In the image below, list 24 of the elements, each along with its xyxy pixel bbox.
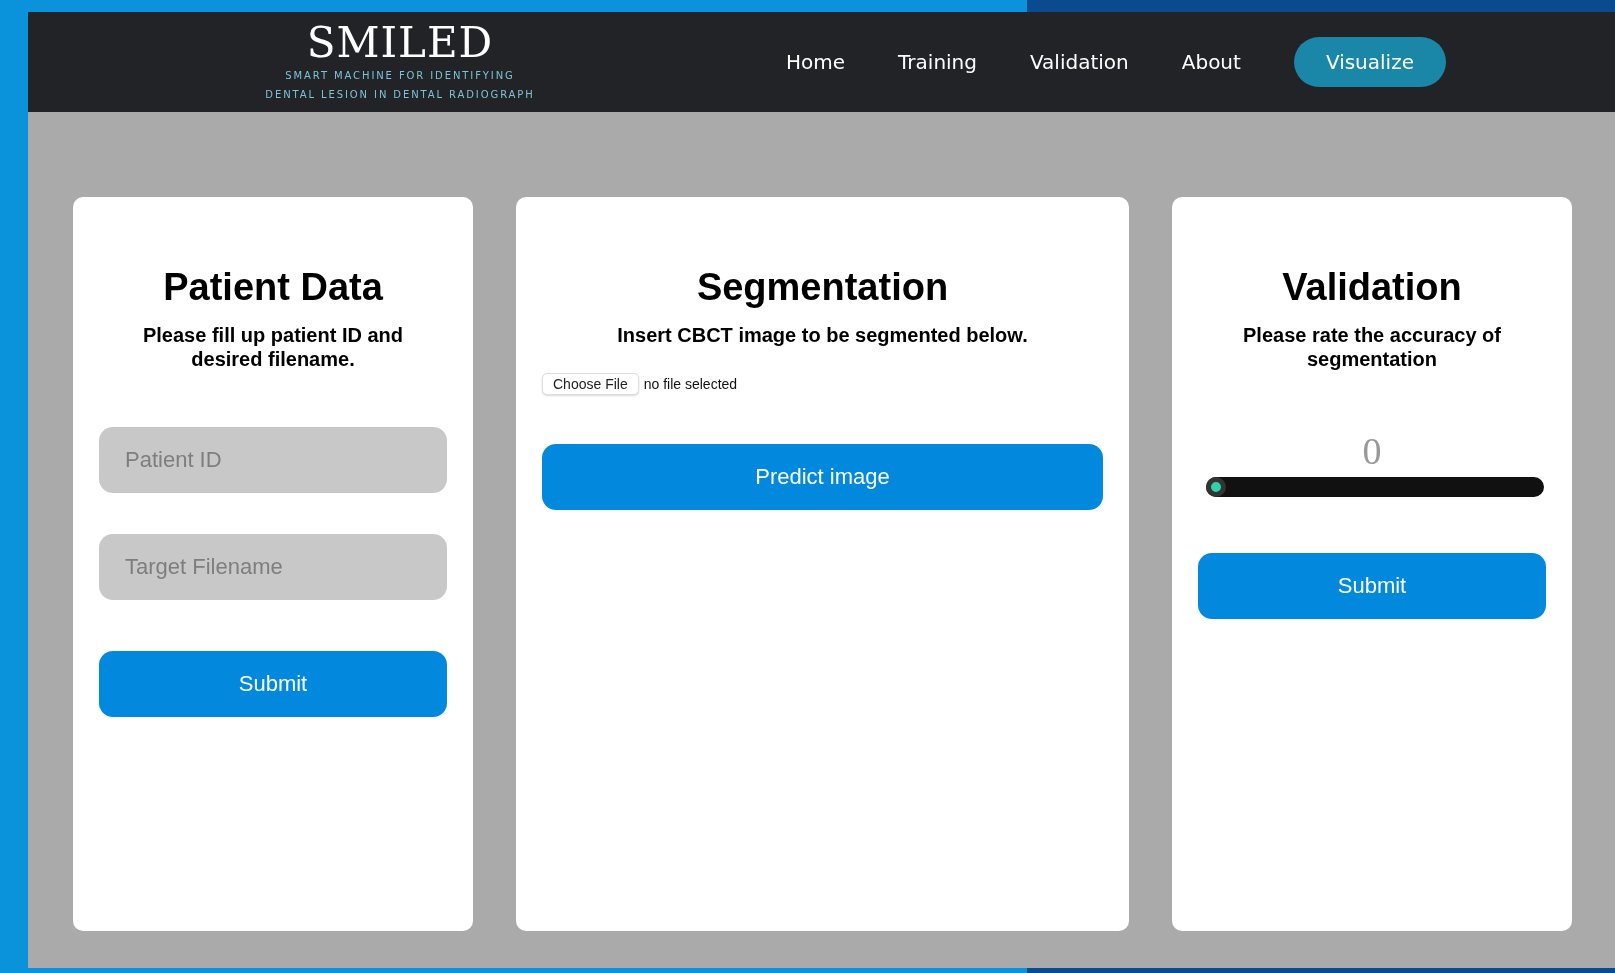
- submit-button[interactable]: Submit: [1198, 553, 1546, 619]
- nav-link[interactable]: Home: [786, 50, 846, 74]
- card-subtitle: Insert CBCT image to be segmented below.: [616, 323, 1029, 347]
- nav-button[interactable]: Visualize: [1293, 37, 1446, 87]
- card-subtitle: Please rate the accuracy of segmentation: [1242, 323, 1502, 371]
- input-field[interactable]: Patient ID: [99, 427, 447, 493]
- file-status: no file selected: [643, 376, 738, 392]
- nav-link[interactable]: Validation: [1030, 50, 1129, 74]
- nav-link[interactable]: About: [1181, 50, 1241, 74]
- predict-button[interactable]: Predict image: [542, 444, 1103, 510]
- rating-value: 0: [1361, 431, 1383, 471]
- card-title: Segmentation: [695, 265, 950, 310]
- logo-tagline: DENTAL LESION IN DENTAL RADIOGRAPH: [265, 88, 535, 102]
- card-title: Validation: [1281, 265, 1463, 310]
- card-subtitle: Please fill up patient ID and desired filename.: [141, 323, 405, 371]
- submit-button[interactable]: Submit: [99, 651, 447, 717]
- logo-title: SMILED: [306, 20, 494, 66]
- slider-track[interactable]: [1206, 477, 1544, 497]
- slider-thumb[interactable]: [1206, 477, 1226, 497]
- input-field[interactable]: Target Filename: [99, 534, 447, 600]
- logo-tagline: SMART MACHINE FOR IDENTIFYING: [285, 69, 515, 83]
- nav-link[interactable]: Training: [898, 50, 977, 74]
- card-title: Patient Data: [162, 265, 384, 310]
- choose-file-button[interactable]: Choose File: [542, 373, 639, 395]
